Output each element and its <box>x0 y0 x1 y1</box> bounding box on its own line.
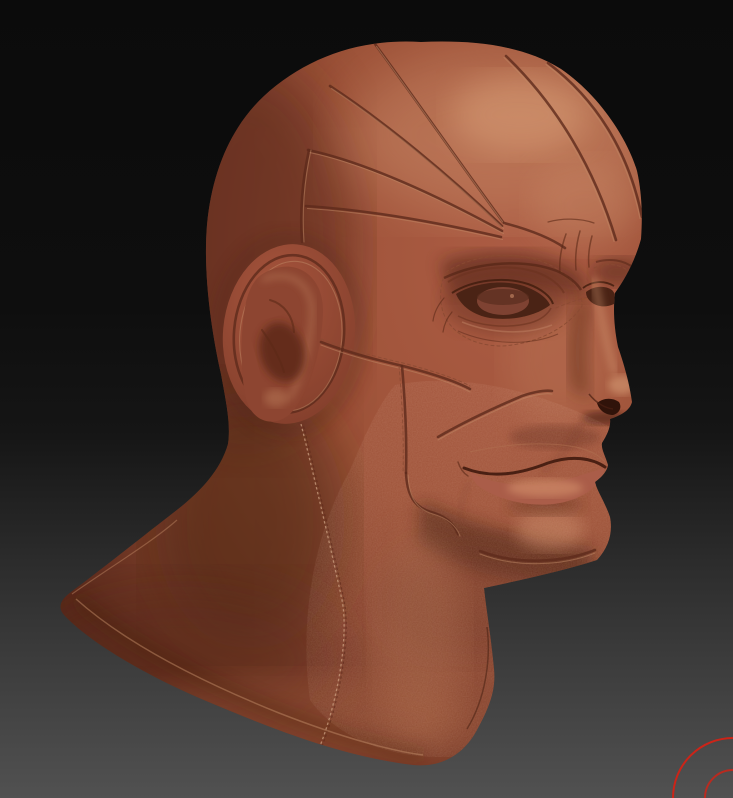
lower-lip-highlight <box>507 479 583 497</box>
ear-lobe-highlight <box>264 389 288 407</box>
sculpt-viewport[interactable] <box>0 0 733 798</box>
eye-glint <box>510 294 514 298</box>
eyeball-shade <box>477 289 529 305</box>
highlight-crown-hot <box>450 75 590 155</box>
viewport-canvas[interactable] <box>0 0 733 798</box>
